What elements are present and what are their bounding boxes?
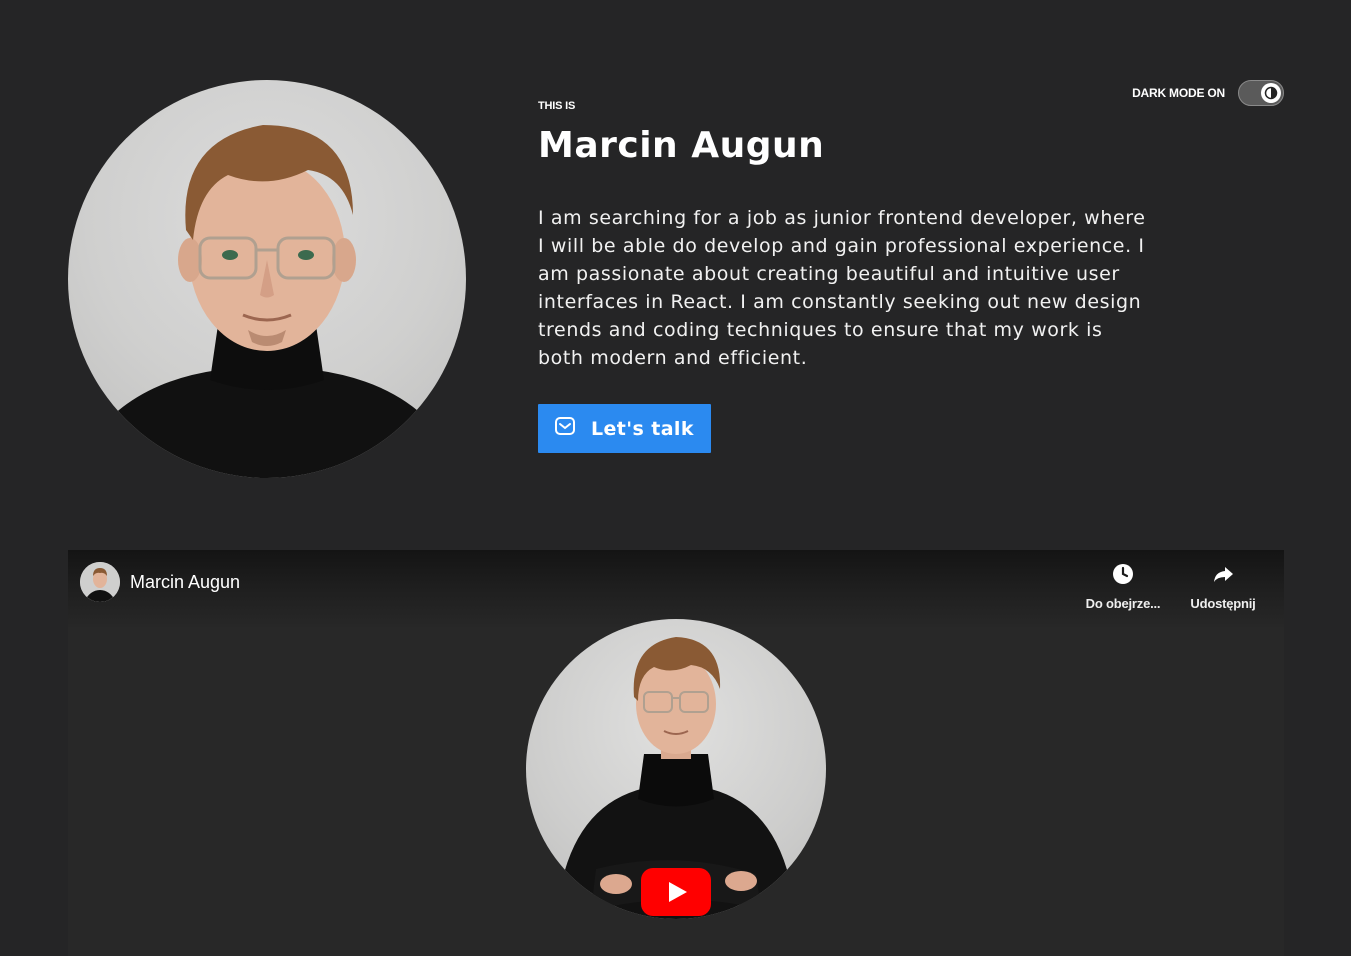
channel-info[interactable]: Marcin Augun [80,562,240,602]
dark-mode-switch[interactable] [1238,80,1284,106]
portfolio-page: DARK MODE ON THIS IS Marcin Augun I am s… [0,0,1351,956]
lets-talk-button[interactable]: Let's talk [538,404,711,453]
video-actions: Do obejrze... Udostępnij [1084,562,1262,611]
dark-mode-label: DARK MODE ON [1132,86,1225,100]
clock-icon [1111,562,1135,590]
profile-photo [68,80,466,478]
channel-avatar[interactable] [80,562,120,602]
bio-text: I am searching for a job as junior front… [538,207,1146,369]
share-arrow-icon [1211,562,1235,590]
watch-later-button[interactable]: Do obejrze... [1084,562,1162,611]
share-button[interactable]: Udostępnij [1184,562,1262,611]
play-icon [641,868,711,916]
lets-talk-label: Let's talk [591,417,694,440]
channel-name[interactable]: Marcin Augun [130,572,240,593]
intro-section: THIS IS Marcin Augun I am searching for … [538,100,1158,453]
share-label: Udostępnij [1190,596,1256,611]
page-title: Marcin Augun [538,125,825,166]
youtube-embed[interactable]: Marcin Augun Do obejrze... Udostępnij [68,550,1284,956]
contrast-icon [1261,83,1281,103]
mail-icon [554,415,576,442]
play-button[interactable] [641,868,711,916]
watch-later-label: Do obejrze... [1085,596,1161,611]
eyebrow-label: THIS IS [538,100,576,112]
portrait-illustration [68,125,466,478]
